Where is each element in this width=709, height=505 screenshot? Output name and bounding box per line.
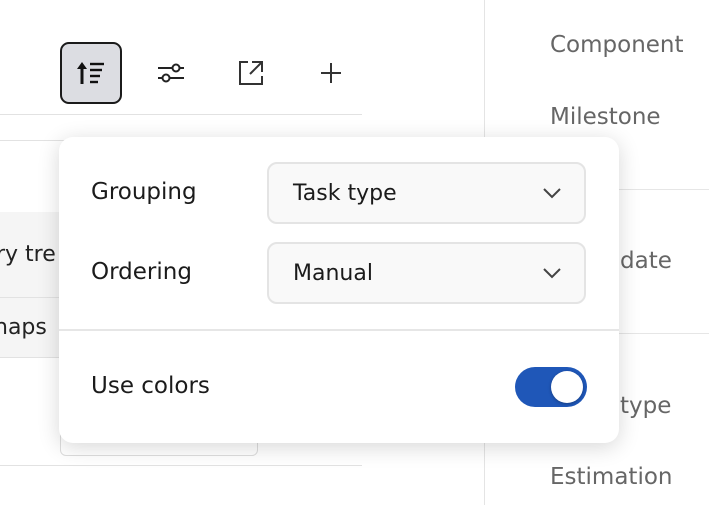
use-colors-toggle[interactable] <box>515 367 587 407</box>
view-options-popup: Grouping Task type Ordering Manual Use c… <box>59 137 619 443</box>
toggle-knob <box>551 371 583 403</box>
grouping-label: Grouping <box>91 179 197 205</box>
sort-icon <box>77 62 104 84</box>
open-external-button[interactable] <box>220 42 282 104</box>
field-component[interactable]: Component <box>550 32 684 58</box>
filter-settings-button[interactable] <box>140 42 202 104</box>
field-estimation[interactable]: Estimation <box>550 464 672 490</box>
external-link-icon <box>239 61 263 85</box>
grouping-select[interactable]: Task type <box>267 162 586 224</box>
list-item-label: naps <box>0 315 47 340</box>
field-date[interactable]: date <box>620 248 672 274</box>
list-item-label: ry tre <box>0 242 56 267</box>
plus-icon <box>321 63 341 83</box>
sort-button[interactable] <box>60 42 122 104</box>
field-milestone[interactable]: Milestone <box>550 104 661 130</box>
ordering-label: Ordering <box>91 259 192 285</box>
use-colors-label: Use colors <box>91 373 210 399</box>
grouping-value: Task type <box>293 180 397 206</box>
divider <box>0 465 362 466</box>
chevron-down-icon <box>543 188 561 199</box>
field-type[interactable]: type <box>620 393 671 419</box>
ordering-select[interactable]: Manual <box>267 242 586 304</box>
divider <box>59 329 619 331</box>
chevron-down-icon <box>543 268 561 279</box>
add-button[interactable] <box>300 42 362 104</box>
divider <box>0 114 362 115</box>
sliders-icon <box>158 63 184 83</box>
ordering-value: Manual <box>293 260 373 286</box>
